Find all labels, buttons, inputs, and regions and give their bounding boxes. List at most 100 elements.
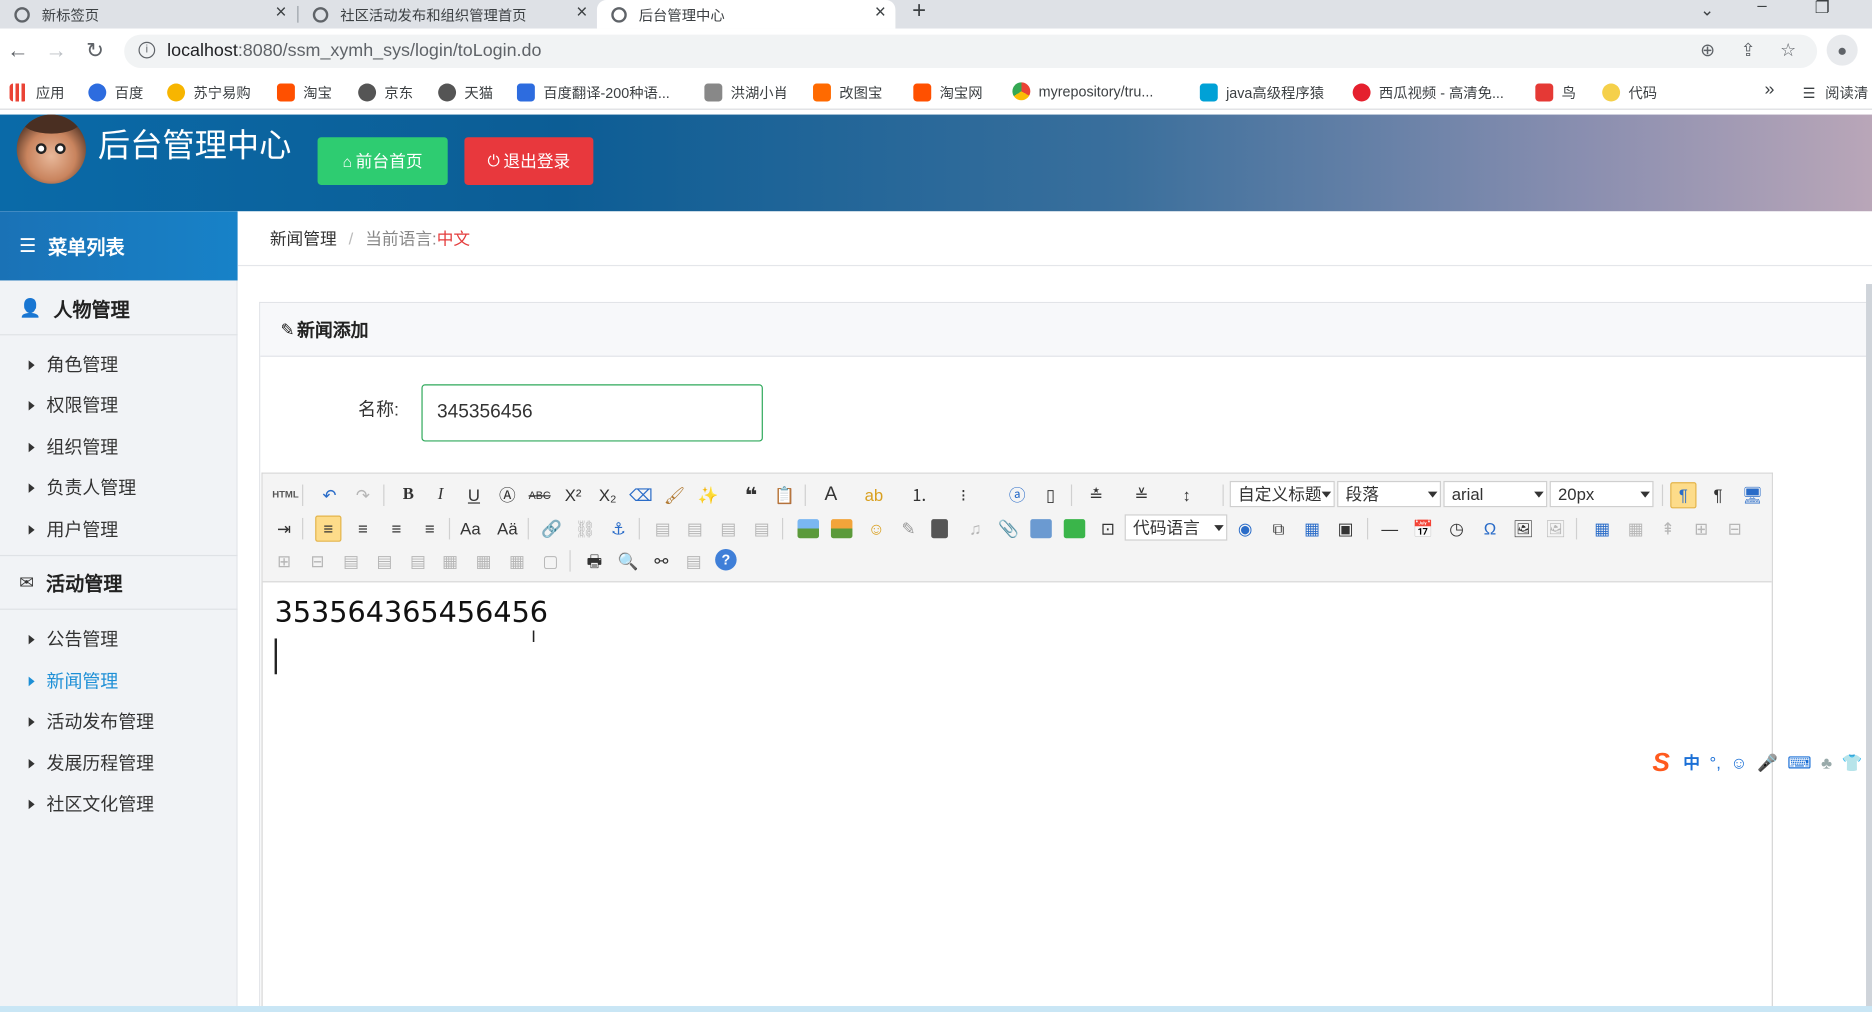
time-icon[interactable]: ◷	[1445, 517, 1469, 541]
sidebar-item-announcements[interactable]: 公告管理	[28, 627, 118, 652]
insert-row-icon[interactable]: ⊞	[1689, 517, 1713, 541]
auto-format-icon[interactable]: ✨	[696, 483, 720, 507]
reload-icon[interactable]: ↻	[86, 38, 104, 63]
image-left-icon[interactable]: ▤	[683, 517, 707, 541]
sidebar-item-managers[interactable]: 负责人管理	[28, 475, 136, 500]
uppercase-icon[interactable]: Aa	[458, 517, 482, 541]
italic-icon[interactable]: I	[429, 483, 453, 507]
search-replace-icon[interactable]: ⚯	[649, 549, 673, 573]
frontend-home-button[interactable]: ⌂ 前台首页	[317, 137, 448, 185]
blockquote-icon[interactable]: ❝	[739, 483, 763, 507]
sidebar-item-culture[interactable]: 社区文化管理	[28, 791, 154, 816]
eraser-icon[interactable]: ⌫	[629, 483, 653, 507]
bookmark-item[interactable]: 百度翻译-200种语...	[516, 82, 670, 102]
bookmark-item[interactable]: 应用	[9, 82, 64, 102]
new-tab-icon[interactable]: +	[912, 0, 926, 25]
microphone-icon[interactable]: 🎤	[1757, 752, 1778, 772]
split-cells-icon[interactable]: ▦	[438, 549, 462, 573]
sidebar-item-users[interactable]: 用户管理	[28, 517, 118, 542]
horizontal-rule-icon[interactable]: —	[1378, 517, 1402, 541]
bookmark-item[interactable]: myrepository/tru...	[1012, 82, 1153, 101]
bookmark-item[interactable]: 鸟	[1535, 82, 1576, 102]
insert-col-icon[interactable]: ⊞	[272, 549, 296, 573]
name-input[interactable]	[421, 384, 763, 442]
align-left-icon[interactable]: ≡	[315, 515, 342, 542]
multi-image-icon[interactable]	[830, 519, 853, 539]
code-language-select[interactable]: 代码语言	[1124, 514, 1228, 541]
bookmark-item[interactable]: java高级程序猿	[1199, 82, 1324, 102]
link-icon[interactable]: 🔗	[540, 517, 564, 541]
fullscreen-icon[interactable]: 🖥	[1741, 483, 1765, 507]
site-info-icon[interactable]: i	[138, 41, 156, 59]
url-field[interactable]: i localhost:8080/ssm_xymh_sys/login/toLo…	[124, 34, 1818, 69]
sidebar-item-permissions[interactable]: 权限管理	[28, 393, 118, 418]
line-height-icon[interactable]: ↕	[1175, 483, 1199, 507]
highlight-color-icon[interactable]: ab	[862, 483, 886, 507]
indent-icon[interactable]: ⇥	[272, 517, 296, 541]
keyboard-icon[interactable]: ⌨	[1787, 752, 1811, 772]
format-brush-icon[interactable]: 🖌	[663, 483, 687, 507]
help-icon[interactable]: ?	[715, 548, 737, 571]
tab-search-chevron-icon[interactable]: ⌄	[1700, 0, 1714, 20]
sidebar-item-history[interactable]: 发展历程管理	[28, 751, 154, 776]
scrawl-icon[interactable]: ✎	[897, 517, 921, 541]
redo-icon[interactable]: ↷	[351, 483, 375, 507]
anchor-icon[interactable]: ⚓	[606, 517, 630, 541]
breadcrumb-section[interactable]: 新闻管理	[270, 226, 337, 250]
special-char-icon[interactable]: Ω	[1478, 517, 1502, 541]
rtl-direction-icon[interactable]: ¶	[1706, 483, 1730, 507]
superscript-icon[interactable]: X²	[561, 483, 585, 507]
image-icon[interactable]	[797, 519, 820, 539]
background-icon[interactable]: ▣	[1334, 517, 1358, 541]
browser-tab-active[interactable]: 后台管理中心 ×	[596, 0, 896, 29]
merge-cells-icon[interactable]: ▤	[339, 549, 363, 573]
font-size-select[interactable]: 20px	[1549, 480, 1654, 508]
user-center-icon[interactable]: ♣	[1821, 753, 1832, 772]
share-icon[interactable]: ⇪	[1741, 39, 1756, 61]
unordered-list-icon[interactable]: ⁝	[952, 483, 976, 507]
bookmark-item[interactable]: 洪湖小肖	[704, 82, 788, 102]
ime-mode-label[interactable]: 中	[1683, 751, 1700, 775]
custom-title-select[interactable]: 自定义标题	[1229, 480, 1335, 508]
wordimage-disabled-icon[interactable]: 🖼	[1544, 517, 1568, 541]
sogou-logo-icon[interactable]: S	[1652, 747, 1683, 778]
browser-tab[interactable]: 社区活动发布和组织管理首页 ×	[298, 0, 596, 29]
paragraph-spacing-top-icon[interactable]: ≛	[1084, 483, 1108, 507]
logout-button[interactable]: ⏻ 退出登录	[464, 137, 594, 185]
strikethrough-icon[interactable]: ABC	[528, 483, 552, 507]
font-border-icon[interactable]: Ⓐ	[495, 483, 519, 507]
bookmarks-more-button[interactable]: »	[1765, 79, 1775, 99]
ordered-list-icon[interactable]: ⒈	[907, 483, 931, 507]
close-tab-icon[interactable]: ×	[275, 2, 286, 23]
bookmark-item[interactable]: 百度	[88, 82, 143, 102]
image-none-icon[interactable]: ▤	[651, 517, 675, 541]
bookmark-item[interactable]: 淘宝	[276, 82, 332, 102]
close-tab-icon[interactable]: ×	[875, 2, 886, 23]
date-icon[interactable]: 📅	[1411, 517, 1435, 541]
preview-icon[interactable]: 🔍	[616, 549, 640, 573]
align-center-icon[interactable]: ≡	[351, 517, 375, 541]
sidebar-group-people[interactable]: 👤 人物管理	[0, 280, 238, 336]
sidebar-item-news[interactable]: 新闻管理	[28, 668, 118, 693]
sidebar-group-activities[interactable]: ✉ 活动管理	[0, 554, 238, 610]
editor-content[interactable]: 353564365456456	[275, 596, 548, 629]
bookmark-item[interactable]: 苏宁易购	[167, 82, 251, 102]
delete-row-icon[interactable]: ⊟	[1723, 517, 1747, 541]
browser-tab[interactable]: 新标签页 ×	[0, 0, 296, 29]
emotion-icon[interactable]: ☺	[864, 517, 888, 541]
bookmark-item[interactable]: 京东	[358, 82, 413, 102]
print-icon[interactable]: 🖶	[583, 549, 607, 573]
paste-plain-icon[interactable]: 📋	[772, 483, 796, 507]
profile-avatar-icon[interactable]: ●	[1826, 34, 1858, 66]
bold-icon[interactable]: B	[396, 483, 420, 507]
bookmark-item[interactable]: 改图宝	[813, 82, 882, 102]
sidebar-item-organizations[interactable]: 组织管理	[28, 434, 118, 459]
image-center-icon[interactable]: ▤	[750, 517, 774, 541]
bookmark-item[interactable]: 代码	[1602, 82, 1657, 102]
iframe-icon[interactable]: ⊡	[1096, 517, 1120, 541]
font-color-icon[interactable]: A	[819, 483, 843, 507]
video-icon[interactable]	[931, 519, 948, 539]
underline-icon[interactable]: U	[462, 483, 486, 507]
chart-icon[interactable]: ▢	[538, 549, 562, 573]
drafts-icon[interactable]: ▤	[682, 549, 706, 573]
